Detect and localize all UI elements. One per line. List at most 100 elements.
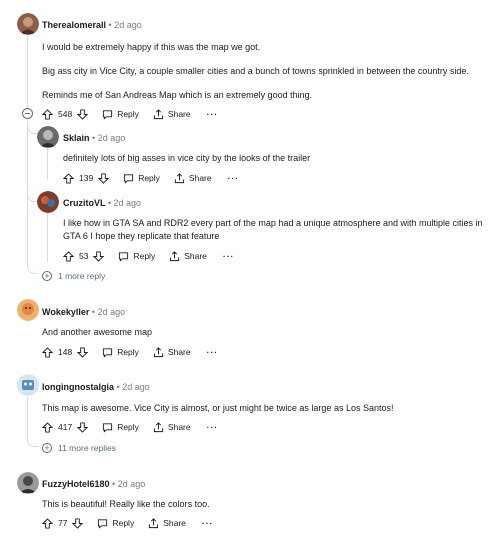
share-button[interactable]: Share	[153, 108, 191, 120]
comment-actions: 53 Reply Share ···	[63, 249, 234, 263]
comment-icon	[102, 422, 113, 433]
share-button[interactable]: Share	[148, 517, 186, 529]
share-button[interactable]: Share	[153, 346, 191, 358]
avatar[interactable]	[17, 374, 39, 396]
upvote-icon[interactable]	[63, 250, 74, 262]
comment-author[interactable]: FuzzyHotel6180 • 2d ago	[42, 479, 145, 489]
comment-author[interactable]: Sklain • 2d ago	[63, 133, 125, 143]
vote-count: 148	[58, 347, 73, 357]
more-options-button[interactable]: ···	[228, 173, 240, 183]
comment-author[interactable]: Wokekyller • 2d ago	[42, 307, 125, 317]
vote-count: 77	[58, 518, 68, 528]
reply-button[interactable]: Reply	[123, 173, 160, 184]
share-label: Share	[163, 518, 186, 528]
share-button[interactable]: Share	[174, 172, 212, 184]
reply-label: Reply	[138, 173, 160, 183]
comment-text: Reminds me of San Andreas Map which is a…	[42, 90, 313, 100]
comment-author[interactable]: longingnostalgia • 2d ago	[42, 382, 150, 392]
separator: •	[92, 133, 96, 143]
separator: •	[107, 198, 112, 208]
separator: •	[116, 382, 120, 392]
upvote-icon[interactable]	[42, 517, 53, 529]
share-button[interactable]: Share	[169, 250, 207, 262]
reply-button[interactable]: Reply	[102, 109, 139, 120]
separator: •	[91, 307, 96, 317]
comment-author[interactable]: CruzitoVL • 2d ago	[63, 198, 141, 208]
downvote-icon[interactable]	[77, 346, 89, 358]
comment-icon	[102, 109, 113, 120]
reply-label: Reply	[117, 109, 139, 119]
reply-button[interactable]: Reply	[102, 347, 139, 358]
reply-label: Reply	[117, 347, 139, 357]
downvote-icon[interactable]	[98, 172, 110, 184]
avatar[interactable]	[37, 126, 59, 148]
more-options-button[interactable]: ···	[207, 347, 219, 357]
thread-elbow	[27, 254, 37, 274]
comment-text: This is beautiful! Really like the color…	[42, 499, 210, 509]
upvote-icon[interactable]	[42, 421, 53, 433]
avatar[interactable]	[17, 472, 39, 494]
more-options-button[interactable]: ···	[207, 109, 219, 119]
upvote-icon[interactable]	[42, 346, 53, 358]
more-replies-label: 11 more replies	[58, 443, 116, 453]
more-replies-link[interactable]: + 1 more reply	[42, 271, 105, 281]
timestamp: 2d ago	[97, 133, 126, 143]
more-replies-link[interactable]: + 11 more replies	[42, 443, 116, 453]
username[interactable]: longingnostalgia	[42, 382, 114, 392]
timestamp: 2d ago	[122, 382, 150, 392]
share-icon	[153, 346, 164, 358]
comment-text: And another awesome map	[42, 327, 153, 337]
downvote-icon[interactable]	[77, 421, 89, 433]
share-icon	[153, 108, 164, 120]
comment-actions: 148 Reply Share ···	[42, 345, 218, 359]
share-label: Share	[167, 347, 191, 357]
share-button[interactable]: Share	[153, 421, 191, 433]
downvote-icon[interactable]	[72, 517, 84, 529]
more-options-button[interactable]: ···	[202, 518, 214, 528]
username[interactable]: Wokekyller	[42, 307, 89, 317]
collapse-thread-button[interactable]	[22, 108, 33, 119]
reply-button[interactable]: Reply	[97, 518, 134, 529]
reply-button[interactable]: Reply	[102, 422, 139, 433]
share-icon	[174, 172, 185, 184]
avatar[interactable]	[17, 13, 39, 35]
reply-label: Reply	[133, 251, 156, 261]
username[interactable]: Therealomerall	[42, 20, 106, 30]
downvote-icon[interactable]	[93, 250, 105, 262]
comment-text: definitely lots of big asses in vice cit…	[63, 153, 311, 163]
comment-actions: 139 Reply Share ···	[63, 171, 239, 185]
username[interactable]: Sklain	[63, 133, 90, 143]
username[interactable]: FuzzyHotel6180	[42, 479, 110, 489]
more-options-button[interactable]: ···	[207, 422, 219, 432]
share-icon	[148, 517, 159, 529]
plus-circle-icon: +	[42, 271, 52, 281]
timestamp: 2d ago	[114, 20, 142, 30]
downvote-icon[interactable]	[77, 108, 89, 120]
vote-count: 139	[79, 173, 94, 183]
vote-count: 548	[58, 109, 73, 119]
thread-elbow	[27, 122, 38, 134]
comment-text: Big ass city in Vice City, a couple smal…	[42, 66, 469, 76]
avatar[interactable]	[17, 299, 39, 321]
share-icon	[153, 421, 164, 433]
comment-actions: 77 Reply Share ···	[42, 516, 213, 530]
reply-button[interactable]: Reply	[118, 251, 155, 262]
comment-icon	[118, 251, 129, 262]
comment-text: This map is awesome. Vice City is almost…	[42, 403, 394, 413]
upvote-icon[interactable]	[42, 108, 53, 120]
timestamp: 2d ago	[113, 198, 142, 208]
share-label: Share	[184, 251, 207, 261]
more-replies-label: 1 more reply	[58, 271, 106, 281]
comment-icon	[123, 173, 134, 184]
plus-circle-icon: +	[42, 443, 52, 453]
separator: •	[108, 20, 112, 30]
avatar[interactable]	[37, 191, 59, 213]
username[interactable]: CruzitoVL	[63, 198, 105, 208]
comment-author[interactable]: Therealomerall • 2d ago	[42, 20, 142, 30]
upvote-icon[interactable]	[63, 172, 74, 184]
comment-icon	[102, 347, 113, 358]
more-options-button[interactable]: ···	[223, 251, 235, 261]
timestamp: 2d ago	[117, 479, 146, 489]
comment-text: I would be extremely happy if this was t…	[42, 42, 261, 52]
separator: •	[112, 479, 116, 489]
